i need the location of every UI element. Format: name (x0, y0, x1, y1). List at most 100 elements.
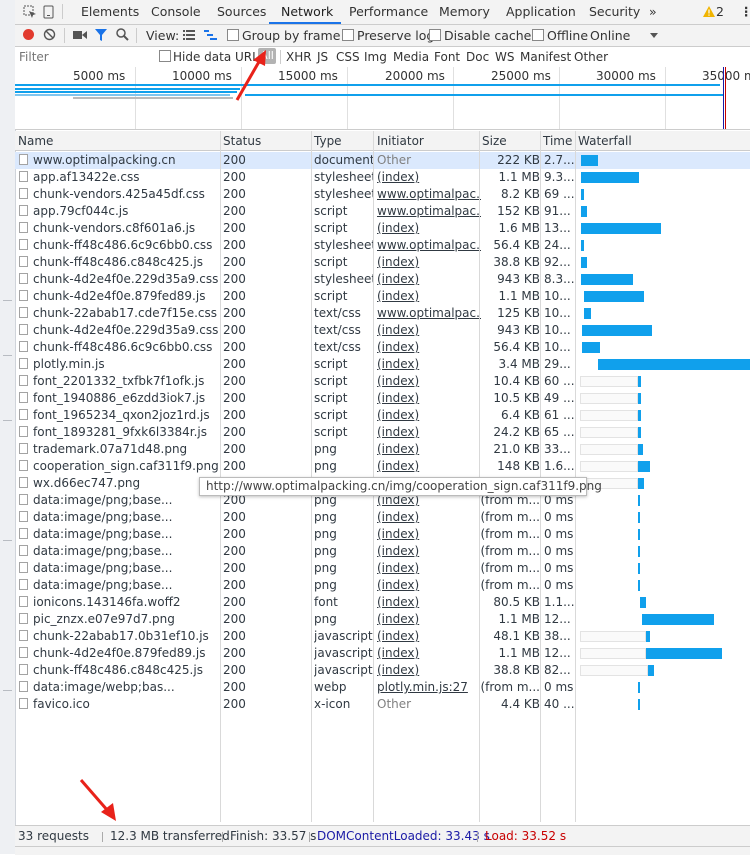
request-name[interactable]: pic_znzx.e07e97d7.png (33, 612, 219, 627)
filter-css[interactable]: CSS (336, 50, 360, 64)
request-initiator[interactable]: (index) (377, 629, 481, 644)
table-row[interactable]: app.af13422e.css 200 stylesheet (index) 1.1 … (15, 169, 750, 186)
request-initiator[interactable]: (index) (377, 374, 481, 389)
request-initiator[interactable]: (index) (377, 221, 481, 236)
table-row[interactable]: chunk-22abab17.cde7f15e.css 200 text/css ww… (15, 305, 750, 322)
request-name[interactable]: app.af13422e.css (33, 170, 219, 185)
request-initiator[interactable]: (index) (377, 612, 481, 627)
request-initiator[interactable]: (index) (377, 408, 481, 423)
table-row[interactable]: chunk-4d2e4f0e.229d35a9.css 200 text/css (i… (15, 322, 750, 339)
request-name[interactable]: chunk-4d2e4f0e.879fed89.js (33, 646, 219, 661)
request-name[interactable]: font_1965234_qxon2joz1rd.js (33, 408, 219, 423)
request-name[interactable]: font_2201332_txfbk7f1ofk.js (33, 374, 219, 389)
table-row[interactable]: data:image/webp;bas... 200 webp plotly.min.… (15, 679, 750, 696)
request-name[interactable]: chunk-4d2e4f0e.229d35a9.css (33, 272, 219, 287)
screenshot-camera-icon[interactable] (73, 30, 87, 40)
request-name[interactable]: www.optimalpacking.cn (33, 153, 219, 168)
tab-memory[interactable]: Memory (439, 4, 490, 19)
table-row[interactable]: chunk-vendors.425a45df.css 200 stylesheet w… (15, 186, 750, 203)
filter-xhr[interactable]: XHR (286, 50, 312, 64)
request-name[interactable]: chunk-4d2e4f0e.879fed89.js (33, 289, 219, 304)
column-time[interactable]: Time (543, 134, 572, 148)
table-row[interactable]: chunk-4d2e4f0e.229d35a9.css 200 stylesheet… (15, 271, 750, 288)
more-tabs-button[interactable]: » (649, 4, 657, 19)
request-initiator[interactable]: (index) (377, 646, 481, 661)
tab-network[interactable]: Network (281, 4, 333, 19)
column-initiator[interactable]: Initiator (377, 134, 424, 148)
search-icon[interactable] (116, 28, 129, 41)
request-name[interactable]: wx.d66ec747.png (33, 476, 219, 491)
request-initiator[interactable]: (index) (377, 255, 481, 270)
filter-manifest[interactable]: Manifest (520, 50, 571, 64)
tab-application[interactable]: Application (506, 4, 576, 19)
request-initiator[interactable]: (index) (377, 595, 481, 610)
large-rows-icon[interactable] (183, 30, 195, 40)
offline-checkbox[interactable] (532, 29, 544, 41)
request-initiator[interactable]: (index) (377, 425, 481, 440)
warning-count[interactable]: 2 (716, 4, 724, 19)
table-row[interactable]: data:image/png;base... 200 png (index) (from… (15, 509, 750, 526)
request-initiator[interactable]: (index) (377, 357, 481, 372)
request-initiator[interactable]: (index) (377, 544, 481, 559)
table-row[interactable]: chunk-ff48c486.c848c425.js 200 script (inde… (15, 254, 750, 271)
request-name[interactable]: app.79cf044c.js (33, 204, 219, 219)
filter-doc[interactable]: Doc (466, 50, 489, 64)
filter-img[interactable]: Img (364, 50, 387, 64)
request-initiator[interactable]: (index) (377, 561, 481, 576)
request-name[interactable]: chunk-ff48c486.c848c425.js (33, 663, 219, 678)
inspect-element-icon[interactable] (23, 5, 37, 19)
request-name[interactable]: data:image/png;base... (33, 578, 219, 593)
table-row[interactable]: chunk-ff48c486.6c9c6bb0.css 200 stylesheet… (15, 237, 750, 254)
request-name[interactable]: font_1940886_e6zdd3iok7.js (33, 391, 219, 406)
table-row[interactable]: chunk-4d2e4f0e.879fed89.js 200 script (inde… (15, 288, 750, 305)
overview-waterfall-icon[interactable] (204, 29, 217, 41)
device-toolbar-icon[interactable] (43, 5, 55, 19)
request-name[interactable]: chunk-4d2e4f0e.229d35a9.css (33, 323, 219, 338)
table-row[interactable]: app.79cf044c.js 200 script www.optimalpac..… (15, 203, 750, 220)
request-name[interactable]: font_1893281_9fxk6l3384r.js (33, 425, 219, 440)
request-initiator[interactable]: (index) (377, 170, 481, 185)
table-row[interactable]: chunk-22abab17.0b31ef10.js 200 javascript (… (15, 628, 750, 645)
filter-input[interactable] (17, 48, 151, 65)
table-row[interactable]: data:image/png;base... 200 png (index) (from… (15, 526, 750, 543)
request-initiator[interactable]: (index) (377, 391, 481, 406)
column-name[interactable]: Name (18, 134, 53, 148)
request-name[interactable]: favico.ico (33, 697, 219, 712)
table-row[interactable]: chunk-4d2e4f0e.879fed89.js 200 javascript (… (15, 645, 750, 662)
table-row[interactable]: trademark.07a71d48.png 200 png (index) 21.0 … (15, 441, 750, 458)
request-initiator[interactable]: www.optimalpac... (377, 238, 481, 253)
request-initiator[interactable]: (index) (377, 578, 481, 593)
table-row[interactable]: data:image/png;base... 200 png (index) (from… (15, 543, 750, 560)
table-row[interactable]: chunk-ff48c486.c848c425.js 200 javascript (… (15, 662, 750, 679)
overview-timeline[interactable]: 5000 ms 10000 ms 15000 ms 20000 ms 25000… (15, 67, 750, 130)
tab-elements[interactable]: Elements (81, 4, 139, 19)
filter-font[interactable]: Font (434, 50, 460, 64)
request-initiator[interactable]: (index) (377, 663, 481, 678)
table-row[interactable]: font_2201332_txfbk7f1ofk.js 200 script (ind… (15, 373, 750, 390)
request-name[interactable]: chunk-22abab17.0b31ef10.js (33, 629, 219, 644)
tab-performance[interactable]: Performance (349, 4, 428, 19)
hide-data-urls-checkbox[interactable] (159, 50, 171, 62)
column-status[interactable]: Status (223, 134, 261, 148)
request-initiator[interactable]: (index) (377, 340, 481, 355)
filter-other[interactable]: Other (574, 50, 608, 64)
request-name[interactable]: data:image/png;base... (33, 493, 219, 508)
record-icon[interactable] (22, 28, 35, 41)
request-name[interactable]: data:image/png;base... (33, 510, 219, 525)
column-size[interactable]: Size (482, 134, 507, 148)
request-initiator[interactable]: (index) (377, 527, 481, 542)
request-initiator[interactable]: (index) (377, 272, 481, 287)
filter-media[interactable]: Media (393, 50, 429, 64)
request-name[interactable]: ionicons.143146fa.woff2 (33, 595, 219, 610)
filter-js[interactable]: JS (317, 50, 328, 64)
request-name[interactable]: trademark.07a71d48.png (33, 442, 219, 457)
column-waterfall[interactable]: Waterfall (578, 134, 632, 148)
request-name[interactable]: chunk-vendors.c8f601a6.js (33, 221, 219, 236)
table-row[interactable]: font_1893281_9fxk6l3384r.js 200 script (ind… (15, 424, 750, 441)
request-name[interactable]: chunk-22abab17.cde7f15e.css (33, 306, 219, 321)
tab-console[interactable]: Console (151, 4, 201, 19)
request-name[interactable]: data:image/png;base... (33, 561, 219, 576)
request-name[interactable]: chunk-vendors.425a45df.css (33, 187, 219, 202)
table-row[interactable]: font_1965234_qxon2joz1rd.js 200 script (ind… (15, 407, 750, 424)
request-initiator[interactable]: www.optimalpac... (377, 306, 481, 321)
